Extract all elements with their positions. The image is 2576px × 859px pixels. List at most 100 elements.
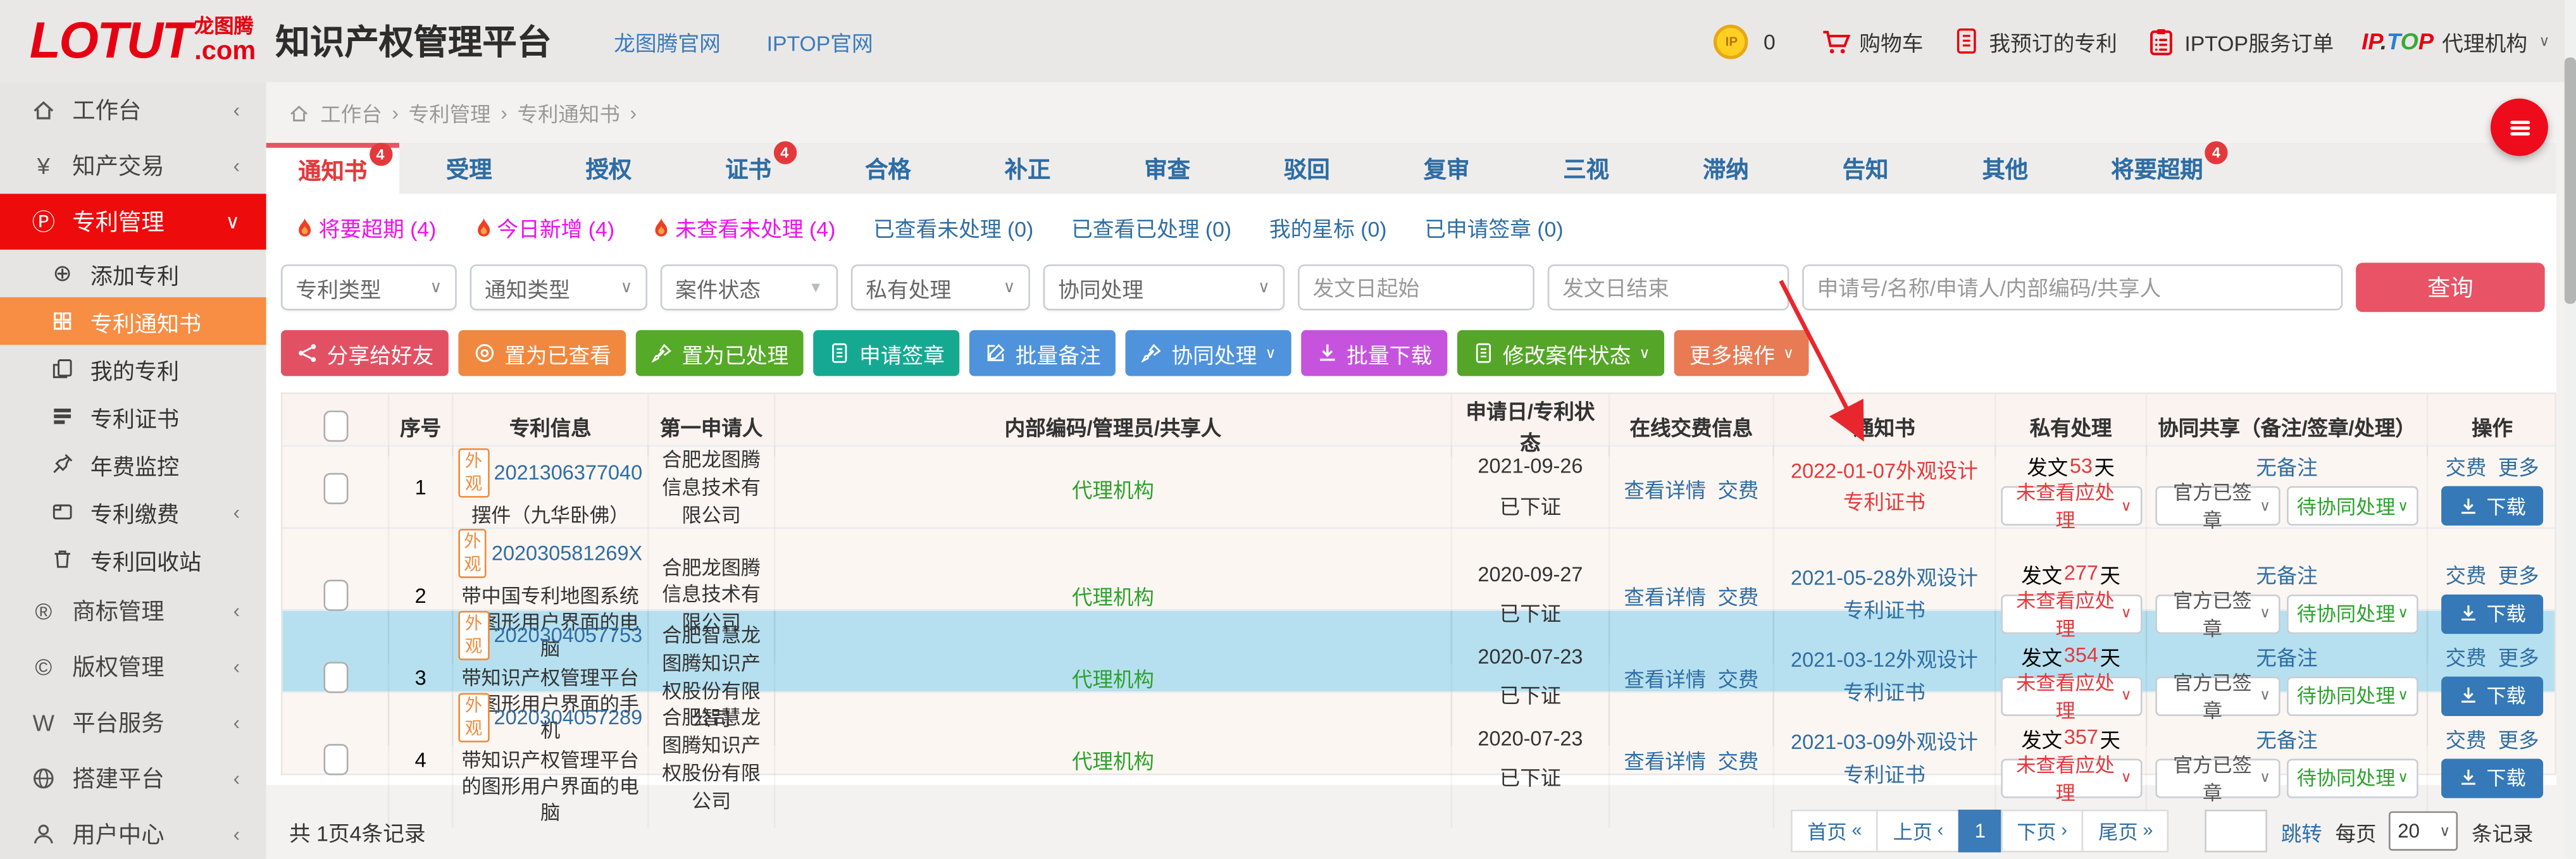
sidebar-item-trademark-management[interactable]: ® 商标管理 ‹ xyxy=(0,583,266,639)
issue-date-start-input[interactable] xyxy=(1298,264,1534,311)
nav-link-lotut-site[interactable]: 龙图腾官网 xyxy=(614,25,721,56)
private-status-select[interactable]: 未查看应处理∨ xyxy=(2000,486,2141,526)
download-button[interactable]: 下载 xyxy=(2441,758,2543,798)
issue-date-end-input[interactable] xyxy=(1548,264,1789,311)
patent-number-link[interactable]: 2020304057289 xyxy=(494,706,643,729)
breadcrumb-workbench[interactable]: 工作台 xyxy=(320,97,382,128)
breadcrumb-patent-notices[interactable]: 专利通知书 xyxy=(518,97,620,128)
change-case-status-button[interactable]: 修改案件状态∨ xyxy=(1457,330,1665,376)
pay-fee-link[interactable]: 交费 xyxy=(2446,450,2487,481)
nav-link-iptop-site[interactable]: IPTOP官网 xyxy=(767,25,873,56)
account-menu[interactable]: IP.TOP 代理机构 ∨ xyxy=(2361,25,2549,56)
mark-viewed-button[interactable]: 置为已查看 xyxy=(458,330,626,376)
sidebar-item-my-patents[interactable]: 我的专利 xyxy=(0,345,266,392)
remark-link[interactable]: 无备注 xyxy=(2256,640,2317,671)
sidebar-item-patent-notices[interactable]: 专利通知书 xyxy=(0,297,266,345)
view-detail-link[interactable]: 查看详情 xyxy=(1624,473,1706,504)
remark-link[interactable]: 无备注 xyxy=(2256,722,2317,753)
collab-status-select[interactable]: 待协同处理∨ xyxy=(2287,758,2418,798)
more-link[interactable]: 更多 xyxy=(2498,722,2539,753)
tab-certificate[interactable]: 证书4 xyxy=(678,143,818,194)
row-checkbox[interactable] xyxy=(323,473,347,504)
query-button[interactable]: 查询 xyxy=(2356,263,2545,312)
patent-number-link[interactable]: 2020304057753 xyxy=(494,624,643,647)
first-page-button[interactable]: 首页« xyxy=(1791,810,1878,853)
row-checkbox[interactable] xyxy=(323,580,347,611)
floating-menu-button[interactable] xyxy=(2491,99,2548,156)
breadcrumb-patent-management[interactable]: 专利管理 xyxy=(409,97,491,128)
sidebar-item-add-patent[interactable]: ⊕ 添加专利 xyxy=(0,250,266,297)
iptop-orders-button[interactable]: IPTOP服务订单 xyxy=(2145,25,2334,56)
remark-link[interactable]: 无备注 xyxy=(2256,558,2317,589)
scrollbar-thumb[interactable] xyxy=(2565,58,2576,304)
scrollbar-track[interactable] xyxy=(2565,0,2576,859)
pay-fee-link[interactable]: 交费 xyxy=(1717,473,1758,504)
case-status-select[interactable]: 案件状态▼ xyxy=(661,264,838,311)
download-button[interactable]: 下载 xyxy=(2441,486,2543,526)
collab-handle-button[interactable]: 协同处理∨ xyxy=(1126,330,1291,376)
notice-link[interactable]: 2022-01-07外观设计专利证书 xyxy=(1774,447,1996,529)
pay-fee-link[interactable]: 交费 xyxy=(1717,580,1758,611)
next-page-button[interactable]: 下页› xyxy=(2000,810,2084,853)
pay-fee-link[interactable]: 交费 xyxy=(2446,640,2487,671)
tab-other[interactable]: 其他 xyxy=(1935,143,2075,194)
quick-filter-expiring[interactable]: 将要超期 (4) xyxy=(296,212,436,243)
quick-filter-seal-applied[interactable]: 已申请签章 (0) xyxy=(1424,212,1563,243)
private-handle-select[interactable]: 私有处理∨ xyxy=(851,264,1030,311)
sidebar-item-user-center[interactable]: 用户中心 ‹ xyxy=(0,806,266,859)
sidebar-item-patent-certificates[interactable]: 专利证书 xyxy=(0,393,266,440)
private-status-select[interactable]: 未查看应处理∨ xyxy=(2000,758,2141,798)
tab-three-views[interactable]: 三视 xyxy=(1516,143,1656,194)
more-link[interactable]: 更多 xyxy=(2498,450,2539,481)
mark-handled-button[interactable]: 置为已处理 xyxy=(636,330,804,376)
pay-fee-link[interactable]: 交费 xyxy=(2446,558,2487,589)
tab-reexamination[interactable]: 复审 xyxy=(1377,143,1517,194)
quick-filter-viewed-unhandled[interactable]: 已查看未处理 (0) xyxy=(873,212,1033,243)
tab-rejection[interactable]: 驳回 xyxy=(1237,143,1377,194)
reserved-patents-button[interactable]: 我预订的专利 xyxy=(1951,25,2117,56)
patent-type-select[interactable]: 专利类型∨ xyxy=(281,264,457,311)
view-detail-link[interactable]: 查看详情 xyxy=(1624,580,1706,611)
tab-notification[interactable]: 告知 xyxy=(1796,143,1936,194)
quick-filter-unviewed-unhandled[interactable]: 未查看未处理 (4) xyxy=(652,212,836,243)
pay-fee-link[interactable]: 交费 xyxy=(1717,662,1758,693)
notice-link[interactable]: 2021-03-09外观设计专利证书 xyxy=(1774,693,1996,827)
tab-examination[interactable]: 审查 xyxy=(1097,143,1237,194)
seal-status-select[interactable]: 官方已签章∨ xyxy=(2155,758,2280,798)
row-checkbox[interactable] xyxy=(323,662,347,693)
sidebar-item-patent-management[interactable]: Ⓟ 专利管理 ∨ xyxy=(0,194,266,249)
tab-grant[interactable]: 授权 xyxy=(539,143,679,194)
quick-filter-viewed-handled[interactable]: 已查看已处理 (0) xyxy=(1071,212,1231,243)
select-all-checkbox[interactable] xyxy=(323,410,347,441)
share-to-friends-button[interactable]: 分享给好友 xyxy=(281,330,449,376)
sidebar-item-annuity-monitor[interactable]: 年费监控 xyxy=(0,440,266,488)
tab-expiring-soon[interactable]: 将要超期4 xyxy=(2075,143,2239,194)
collab-status-select[interactable]: 待协同处理∨ xyxy=(2287,486,2418,526)
sidebar-item-patent-recycle-bin[interactable]: 专利回收站 xyxy=(0,535,266,583)
remark-link[interactable]: 无备注 xyxy=(2256,450,2317,481)
sidebar-item-copyright-management[interactable]: © 版权管理 ‹ xyxy=(0,639,266,695)
prev-page-button[interactable]: 上页‹ xyxy=(1877,810,1960,853)
last-page-button[interactable]: 尾页» xyxy=(2082,810,2169,853)
ip-coin-icon[interactable]: IP xyxy=(1714,24,1749,59)
cart-button[interactable]: 购物车 xyxy=(1820,25,1924,56)
sidebar-item-ip-trade[interactable]: ¥ 知产交易 ‹ xyxy=(0,138,266,194)
page-1-button[interactable]: 1 xyxy=(1958,810,2002,853)
apply-seal-button[interactable]: 申请签章 xyxy=(813,330,959,376)
view-detail-link[interactable]: 查看详情 xyxy=(1624,662,1706,693)
jump-button[interactable]: 跳转 xyxy=(2281,815,2322,846)
quick-filter-new-today[interactable]: 今日新增 (4) xyxy=(474,212,614,243)
tab-notices[interactable]: 通知书4 xyxy=(266,143,399,194)
patent-number-link[interactable]: 202030581269X xyxy=(492,542,642,565)
patent-number-link[interactable]: 2021306377040 xyxy=(494,461,643,484)
sidebar-item-patent-fees[interactable]: 专利缴费 ‹ xyxy=(0,488,266,535)
sidebar-item-build-platform[interactable]: 搭建平台 ‹ xyxy=(0,751,266,806)
pay-fee-link[interactable]: 交费 xyxy=(2446,722,2487,753)
tab-qualified[interactable]: 合格 xyxy=(818,143,958,194)
pay-fee-link[interactable]: 交费 xyxy=(1717,745,1758,776)
more-link[interactable]: 更多 xyxy=(2498,640,2539,671)
tab-acceptance[interactable]: 受理 xyxy=(399,143,539,194)
quick-filter-my-stars[interactable]: 我的星标 (0) xyxy=(1269,212,1387,243)
jump-page-input[interactable] xyxy=(2205,810,2268,853)
sidebar-item-workbench[interactable]: 工作台 ‹ xyxy=(0,82,266,138)
